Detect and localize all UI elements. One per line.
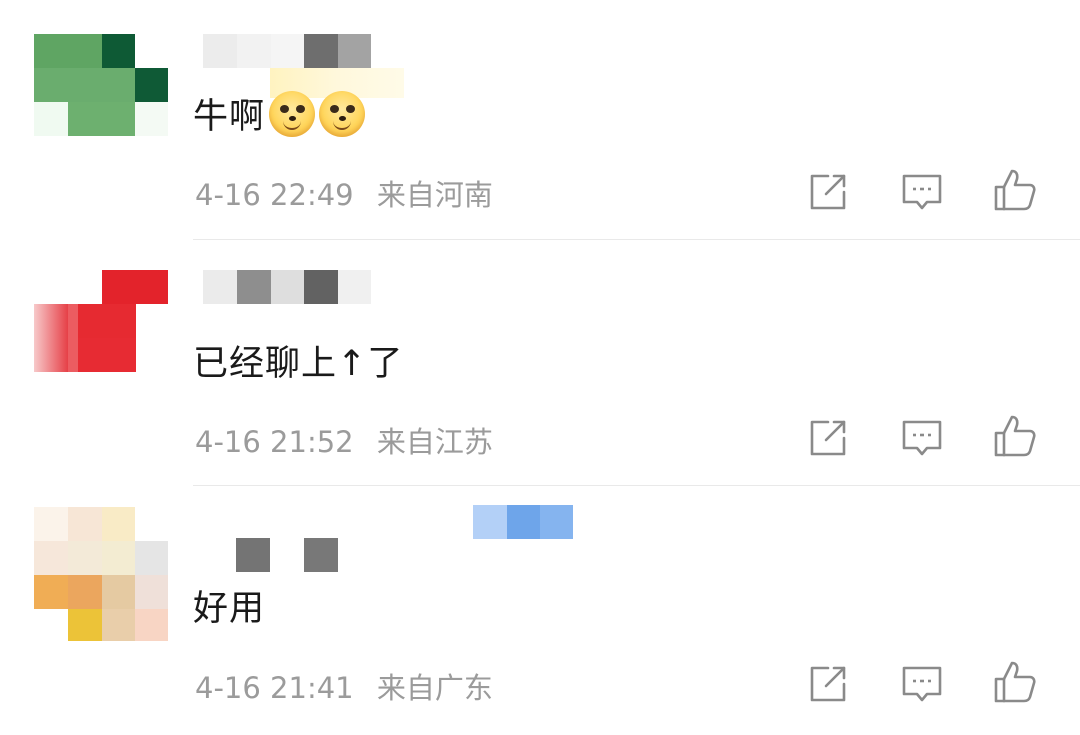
avatar[interactable]: [34, 34, 168, 136]
comment-text: 好用: [193, 589, 266, 629]
thumbs-up-icon: [994, 661, 1036, 703]
comment-date: 4-16: [195, 425, 261, 459]
reply-button[interactable]: [900, 662, 944, 706]
comment-meta: 4-16 22:49 来自河南: [195, 172, 493, 214]
comment-item: 已经聊上↑了 4-16 21:52 来自江苏: [0, 245, 1080, 490]
avatar[interactable]: [34, 507, 168, 641]
comment-icon: [902, 420, 942, 456]
comment-time: 21:52: [270, 425, 354, 459]
username-blurred[interactable]: [203, 34, 371, 68]
avatar[interactable]: [34, 270, 168, 372]
share-button[interactable]: [806, 662, 850, 706]
comment-time: 22:49: [270, 178, 354, 212]
doge-emoji-icon: [269, 91, 316, 137]
share-button[interactable]: [806, 416, 850, 460]
comment-time: 21:41: [270, 671, 354, 705]
reply-button[interactable]: [900, 416, 944, 460]
comment-text: 已经聊上↑了: [193, 344, 404, 384]
like-button[interactable]: [993, 660, 1037, 704]
thumbs-up-icon: [994, 169, 1036, 211]
comment-icon: [902, 174, 942, 210]
divider: [193, 239, 1080, 240]
like-button[interactable]: [993, 168, 1037, 212]
comment-item: 好用 4-16 21:41 来自广东: [0, 490, 1080, 735]
share-icon: [810, 666, 846, 702]
badge-blurred: [473, 505, 573, 539]
username-blurred[interactable]: [203, 270, 371, 304]
comment-text: 牛啊: [193, 88, 366, 141]
share-icon: [810, 420, 846, 456]
reply-button[interactable]: [900, 170, 944, 214]
comment-icon: [902, 666, 942, 702]
share-icon: [810, 174, 846, 210]
username-blurred[interactable]: [236, 538, 338, 572]
comment-location: 来自广东: [376, 671, 493, 705]
comment-meta: 4-16 21:41 来自广东: [195, 665, 493, 707]
comment-item: 牛啊 4-16 22:49 来自河南: [0, 0, 1080, 245]
comment-location: 来自江苏: [376, 425, 493, 459]
comment-date: 4-16: [195, 178, 261, 212]
share-button[interactable]: [806, 170, 850, 214]
thumbs-up-icon: [994, 415, 1036, 457]
comment-date: 4-16: [195, 671, 261, 705]
comment-location: 来自河南: [376, 178, 493, 212]
like-button[interactable]: [993, 414, 1037, 458]
doge-emoji-icon: [319, 91, 366, 137]
divider: [193, 485, 1080, 486]
comment-meta: 4-16 21:52 来自江苏: [195, 419, 493, 461]
